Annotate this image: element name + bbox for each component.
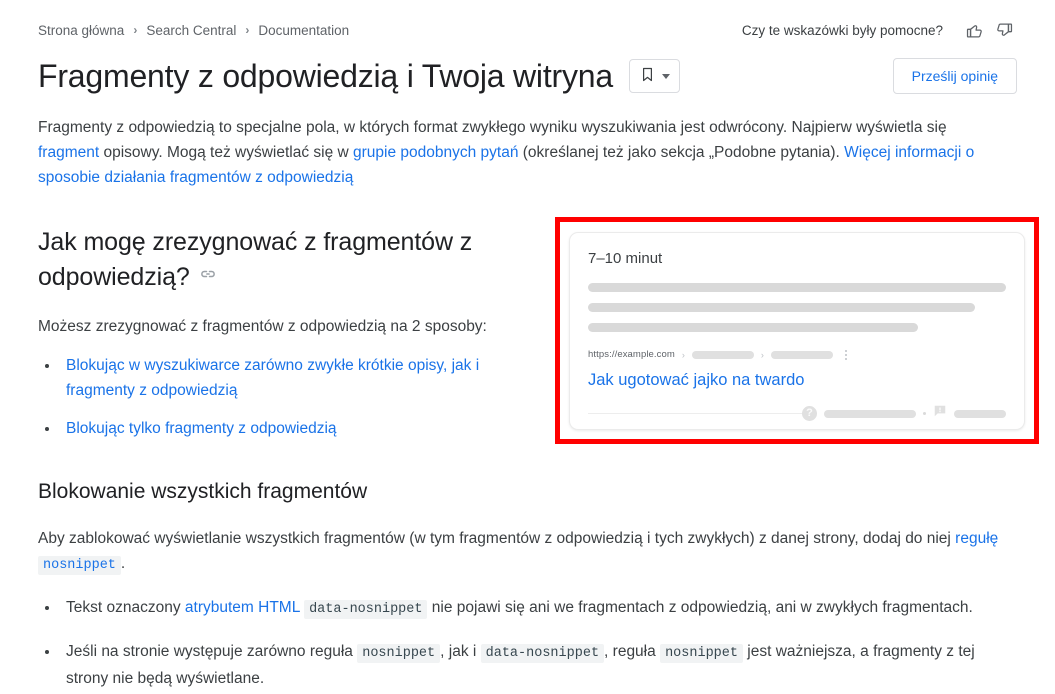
helpfulness-question: Czy te wskazówki były pomocne? <box>741 22 943 38</box>
code-data-nosnippet: data-nosnippet <box>304 600 428 619</box>
section-block-all-snippets: Blokowanie wszystkich fragmentów Aby zab… <box>38 477 1017 691</box>
placeholder-bar <box>824 409 916 418</box>
block-all-text-2: . <box>120 555 126 572</box>
bullet-link-block-featured-only[interactable]: Blokując tylko fragmenty z odpowiedzią <box>66 420 337 437</box>
footer-actions: ? <box>802 404 1006 423</box>
page-title-row: Fragmenty z odpowiedzią i Twoja witryna … <box>38 56 1017 96</box>
opt-out-paragraph: Możesz zrezygnować z fragmentów z odpowi… <box>38 318 487 335</box>
bookmark-button[interactable] <box>628 59 680 93</box>
section-heading-block-all: Blokowanie wszystkich fragmentów <box>38 480 368 503</box>
thumb-down-icon <box>995 21 1014 40</box>
block-all-bullet-list: Tekst oznaczony atrybutem HTML data-nosn… <box>38 595 1017 691</box>
content-columns: Jak mogę zrezygnować z fragmentów z odpo… <box>38 217 1039 444</box>
featured-snippet-mock-card: 7–10 minut https://example.com › › Jak u… <box>569 232 1025 430</box>
bullet1-html-attribute-link[interactable]: atrybutem HTML <box>185 599 300 616</box>
block-all-paragraph: Aby zablokować wyświetlanie wszystkich f… <box>38 526 1017 578</box>
feedback-flag-icon <box>933 404 947 423</box>
bullet-link-block-both[interactable]: Blokując w wyszukiwarce zarówno zwykłe k… <box>66 357 479 399</box>
snippet-footer-row: ? <box>588 404 1006 423</box>
question-mark-icon: ? <box>802 406 817 421</box>
code-nosnippet: nosnippet <box>357 644 441 663</box>
snippet-breadcrumb-separator-icon: › <box>681 349 685 360</box>
placeholder-bar <box>954 409 1006 418</box>
placeholder-bar <box>588 283 1006 292</box>
bullet1-text-1: Tekst oznaczony <box>66 599 185 616</box>
list-item: Blokując tylko fragmenty z odpowiedzią <box>60 416 538 441</box>
snippet-breadcrumb-separator-icon: › <box>760 349 764 360</box>
code-nosnippet: nosnippet <box>38 556 121 575</box>
bullet2-text-1: Jeśli na stronie występuje zarówno reguł… <box>66 643 358 660</box>
snippet-url: https://example.com <box>588 349 675 360</box>
snippet-placeholder-bars <box>588 283 1006 332</box>
send-feedback-button[interactable]: Prześlij opinię <box>892 58 1017 94</box>
placeholder-bar <box>588 323 919 332</box>
intro-text-1: Fragmenty z odpowiedzią to specjalne pol… <box>38 119 947 136</box>
bookmark-icon <box>639 66 656 86</box>
breadcrumb-item-home[interactable]: Strona główna <box>38 23 124 38</box>
code-nosnippet: nosnippet <box>660 644 743 663</box>
snippet-result-title[interactable]: Jak ugotować jajko na twardo <box>588 369 1006 391</box>
kebab-menu-icon[interactable] <box>844 349 847 360</box>
breadcrumb-item-documentation[interactable]: Documentation <box>258 23 349 38</box>
list-item: Blokując w wyszukiwarce zarówno zwykłe k… <box>60 353 538 403</box>
bullet2-text-3: , reguła <box>604 643 661 660</box>
placeholder-pill <box>770 350 833 359</box>
intro-text-2: opisowy. Mogą też wyświetlać się w <box>99 144 353 161</box>
breadcrumb: Strona główna › Search Central › Documen… <box>38 23 349 38</box>
intro-paragraph: Fragmenty z odpowiedzią to specjalne pol… <box>38 115 998 190</box>
link-anchor-icon[interactable] <box>199 259 217 292</box>
page-title: Fragmenty z odpowiedzią i Twoja witryna <box>38 58 613 94</box>
intro-link-fragment[interactable]: fragment <box>38 144 99 161</box>
section-heading-opt-out: Jak mogę zrezygnować z fragmentów z odpo… <box>38 226 538 294</box>
snippet-url-row: https://example.com › › <box>588 349 1006 360</box>
documentation-page: Strona główna › Search Central › Documen… <box>0 0 1055 694</box>
footer-divider <box>588 413 802 414</box>
intro-link-related-questions[interactable]: grupie podobnych pytań <box>353 144 518 161</box>
separator-dot <box>923 412 926 415</box>
list-item: Tekst oznaczony atrybutem HTML data-nosn… <box>60 595 1017 622</box>
bullet2-text-2: , jak i <box>440 643 481 660</box>
snippet-answer-text: 7–10 minut <box>588 250 663 267</box>
left-column: Jak mogę zrezygnować z fragmentów z odpo… <box>38 226 538 441</box>
opt-out-bullet-list: Blokując w wyszukiwarce zarówno zwykłe k… <box>38 353 538 441</box>
block-all-text-1: Aby zablokować wyświetlanie wszystkich f… <box>38 530 956 547</box>
bullet1-text-2: nie pojawi się ani we fragmentach z odpo… <box>427 599 973 616</box>
thumb-up-icon <box>965 21 984 40</box>
top-bar: Strona główna › Search Central › Documen… <box>38 0 1017 44</box>
placeholder-pill <box>691 350 754 359</box>
chevron-down-icon <box>661 73 670 79</box>
section-heading-opt-out-text: Jak mogę zrezygnować z fragmentów z odpo… <box>38 228 473 291</box>
title-group: Fragmenty z odpowiedzią i Twoja witryna <box>38 56 680 96</box>
serp-highlight-frame: 7–10 minut https://example.com › › Jak u… <box>555 217 1039 444</box>
code-data-nosnippet: data-nosnippet <box>480 644 605 663</box>
placeholder-bar <box>588 303 975 312</box>
block-all-rule-link-text: regułę <box>955 530 999 547</box>
breadcrumb-separator-icon: › <box>245 23 250 37</box>
helpfulness-feedback: Czy te wskazówki były pomocne? <box>742 17 1017 43</box>
intro-text-3: (określanej też jako sekcja „Podobne pyt… <box>518 144 845 161</box>
thumb-up-button[interactable] <box>961 17 987 43</box>
breadcrumb-separator-icon: › <box>133 23 138 37</box>
list-item: Jeśli na stronie występuje zarówno reguł… <box>60 639 1017 691</box>
breadcrumb-item-search-central[interactable]: Search Central <box>146 23 236 38</box>
thumb-down-button[interactable] <box>991 17 1017 43</box>
